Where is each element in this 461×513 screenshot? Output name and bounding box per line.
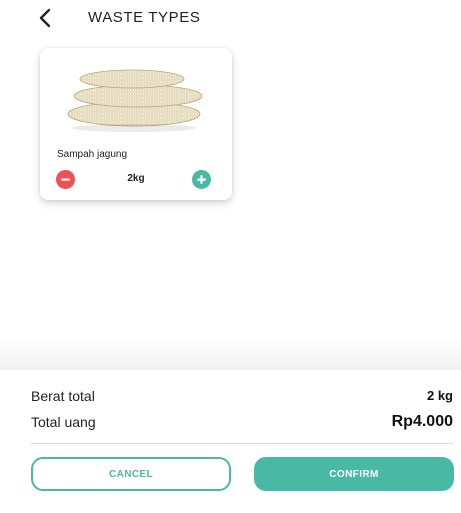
total-weight-value: 2 kg xyxy=(426,388,453,403)
corn-cobs-image xyxy=(67,69,203,132)
total-money-value: Rp4.000 xyxy=(391,413,453,430)
panel-shadow xyxy=(0,335,461,371)
back-button[interactable] xyxy=(34,6,56,30)
chevron-left-icon xyxy=(39,8,51,28)
total-weight-label: Berat total xyxy=(31,388,95,404)
total-money-label: Total uang xyxy=(31,414,96,430)
total-money-row: Total uang Rp4.000 xyxy=(31,413,453,434)
increase-quantity-button[interactable] xyxy=(192,170,211,189)
plus-circle-icon xyxy=(197,175,206,184)
divider xyxy=(31,443,453,444)
confirm-button[interactable]: CONFIRM xyxy=(254,457,454,491)
cancel-button[interactable]: CANCEL xyxy=(31,457,231,491)
waste-item-name: Sampah jagung xyxy=(57,149,128,160)
summary-panel: Berat total 2 kg Total uang Rp4.000 CANC… xyxy=(0,370,461,513)
waste-item-card[interactable]: Sampah jagung 2kg xyxy=(40,48,232,200)
app-header: WASTE TYPES xyxy=(0,0,461,40)
quantity-stepper: 2kg xyxy=(40,170,232,190)
page-title: WASTE TYPES xyxy=(88,9,201,26)
total-weight-row: Berat total 2 kg xyxy=(31,388,453,408)
